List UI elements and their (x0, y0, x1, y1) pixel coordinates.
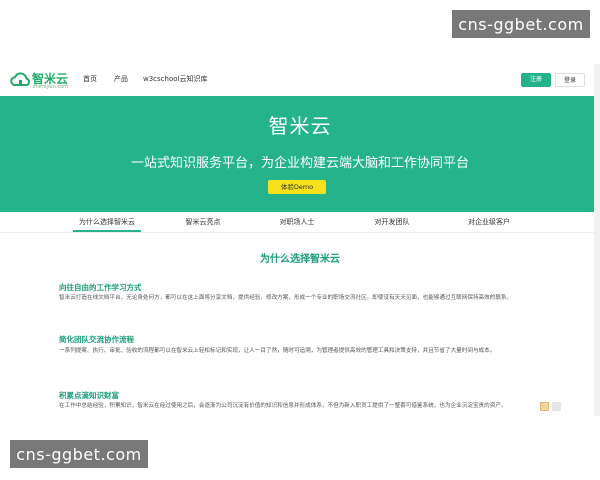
tab-highlights[interactable]: 智米云亮点 (175, 212, 231, 232)
watermark-top: cns-ggbet.com (452, 10, 590, 38)
hero-title: 智米云 (268, 114, 332, 138)
item-text: 在工作中总结经验，积累知识，智米云在经过使用之后，会逐渐为公司沉淀有价值的知识和… (59, 403, 507, 409)
item-heading: 简化团队交流协作流程 (59, 335, 134, 344)
register-button[interactable]: 注册 (521, 73, 551, 87)
logo-domain: zhimiyun.com (33, 84, 69, 90)
demo-button[interactable]: 体验Demo (268, 180, 326, 194)
webpage: 智米云 zhimiyun.com 首页 产品 w3cschool云知识库 注册 … (0, 64, 600, 416)
feature-tabs: 为什么选择智米云 智米云亮点 对职场人士 对开发团队 对企业级客户 (0, 212, 600, 233)
item-text: 智米云打造在线文档平台，无论身处何方，都可以在这上面将分享文档，提供经验，修改方… (59, 295, 513, 301)
cloud-icon (10, 72, 30, 86)
item-text: 一系列提案、执行、审批、验收的流程都可以在智米云上轻松标记和实现，让人一目了然，… (59, 348, 496, 354)
feedback-icon[interactable] (540, 402, 549, 411)
item-heading: 向往自由的工作学习方式 (59, 283, 142, 292)
login-button[interactable]: 登录 (555, 73, 585, 87)
scrollbar[interactable] (594, 64, 600, 416)
main-content: 为什么选择智米云 向往自由的工作学习方式 智米云打造在线文档平台，无论身处何方，… (0, 232, 600, 416)
section-title: 为什么选择智米云 (260, 254, 340, 265)
tab-dev-teams[interactable]: 对开发团队 (365, 212, 419, 232)
tab-enterprise[interactable]: 对企业级客户 (458, 212, 520, 232)
hero-subtitle: 一站式知识服务平台，为企业构建云端大脑和工作协同平台 (130, 156, 469, 171)
tab-professionals[interactable]: 对职场人士 (270, 212, 324, 232)
nav-link-home[interactable]: 首页 (83, 74, 97, 84)
tab-why-choose[interactable]: 为什么选择智米云 (73, 212, 141, 232)
logo[interactable]: 智米云 zhimiyun.com (10, 69, 70, 91)
item-heading: 积累点滴知识财富 (59, 391, 119, 400)
hero-banner: 智米云 一站式知识服务平台，为企业构建云端大脑和工作协同平台 体验Demo (0, 96, 600, 212)
top-navbar: 智米云 zhimiyun.com 首页 产品 w3cschool云知识库 注册 … (0, 64, 600, 97)
watermark-bottom: cns-ggbet.com (10, 440, 148, 468)
nav-link-knowledge-base[interactable]: w3cschool云知识库 (143, 74, 207, 84)
scroll-top-icon[interactable] (552, 402, 561, 411)
nav-link-product[interactable]: 产品 (114, 74, 128, 84)
